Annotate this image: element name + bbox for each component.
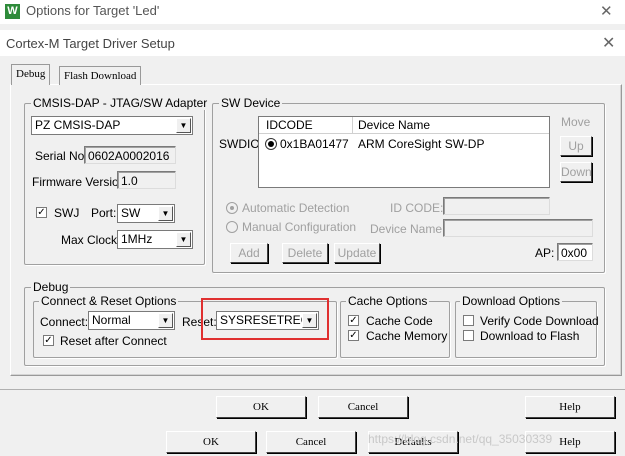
tab-flash-download[interactable]: Flash Download [59, 66, 142, 85]
connect-reset-group-label: Connect & Reset Options [39, 294, 179, 308]
automatic-detection-radio[interactable] [226, 202, 238, 214]
verify-code-download-label: Verify Code Download [480, 314, 599, 328]
adapter-select[interactable]: PZ CMSIS-DAP ▼ [31, 116, 193, 135]
automatic-detection-label: Automatic Detection [242, 201, 350, 215]
reset-after-connect-label: Reset after Connect [60, 334, 167, 348]
verify-code-download-checkbox[interactable] [463, 315, 474, 326]
device-row-radio[interactable] [265, 138, 277, 150]
max-clock-label: Max Clock: [61, 233, 121, 247]
cache-code-label: Cache Code [366, 314, 433, 328]
chevron-down-icon[interactable]: ▼ [158, 313, 173, 328]
add-button[interactable]: Add [230, 243, 268, 263]
adapter-select-value: PZ CMSIS-DAP [35, 118, 121, 132]
swdio-label: SWDIO [219, 137, 260, 151]
chevron-down-icon[interactable]: ▼ [158, 206, 173, 221]
device-row-name: ARM CoreSight SW-DP [358, 137, 485, 151]
swj-checkbox[interactable]: ✓ [36, 207, 47, 218]
column-divider [352, 117, 353, 133]
id-code-field[interactable] [443, 197, 550, 215]
device-list[interactable]: IDCODE Device Name 0x1BA01477 ARM CoreSi… [258, 116, 550, 188]
move-up-button[interactable]: Up [560, 136, 592, 156]
device-name-label: Device Name: [370, 222, 446, 236]
cache-options-group-label: Cache Options [346, 294, 430, 308]
port-label: Port: [91, 206, 117, 220]
dialog-cancel-button[interactable]: Cancel [318, 396, 408, 418]
serial-field: 0602A0002016 [84, 146, 176, 164]
connect-select-value: Normal [92, 313, 131, 327]
port-select-value: SW [121, 206, 141, 220]
move-down-button[interactable]: Down [560, 162, 592, 182]
column-header-device-name[interactable]: Device Name [358, 118, 430, 132]
dialog-close-icon[interactable]: ✕ [602, 33, 615, 53]
firmware-field: 1.0 [117, 171, 176, 189]
device-name-field[interactable] [443, 219, 593, 237]
serial-label: Serial No: [35, 149, 88, 163]
firmware-label: Firmware Version: [32, 175, 129, 189]
connect-label: Connect: [40, 315, 89, 329]
outer-ok-button[interactable]: OK [166, 431, 256, 453]
dialog-ok-button[interactable]: OK [216, 396, 306, 418]
sw-device-group-label: SW Device [219, 96, 283, 110]
port-select[interactable]: SW ▼ [117, 204, 175, 223]
column-header-idcode[interactable]: IDCODE [266, 118, 313, 132]
download-to-flash-checkbox[interactable] [463, 330, 474, 341]
dialog-title: Cortex-M Target Driver Setup [6, 36, 175, 51]
adapter-group-label: CMSIS-DAP - JTAG/SW Adapter [31, 96, 210, 110]
cache-code-checkbox[interactable]: ✓ [348, 315, 359, 326]
swj-label: SWJ [54, 206, 80, 220]
move-label: Move [561, 115, 591, 129]
watermark-text: https://blog.csdn.net/qq_35030339 [368, 432, 553, 446]
outer-window-title: Options for Target 'Led' [26, 3, 160, 18]
id-code-label: ID CODE: [390, 201, 444, 215]
tab-debug[interactable]: Debug [11, 64, 51, 85]
chevron-down-icon[interactable]: ▼ [176, 232, 191, 247]
debug-group-label: Debug [31, 280, 71, 294]
cache-memory-checkbox[interactable]: ✓ [348, 330, 359, 341]
keil-logo-icon: W [5, 4, 20, 19]
manual-configuration-label: Manual Configuration [242, 220, 357, 234]
outer-cancel-button[interactable]: Cancel [266, 431, 356, 453]
reset-highlight-box [201, 298, 329, 340]
download-options-group-label: Download Options [460, 294, 563, 308]
ap-label: AP: [535, 246, 555, 260]
outer-close-icon[interactable]: ✕ [600, 2, 613, 20]
manual-configuration-radio[interactable] [226, 221, 238, 233]
dialog-help-button[interactable]: Help [525, 396, 615, 418]
delete-button[interactable]: Delete [282, 243, 328, 263]
download-to-flash-label: Download to Flash [480, 329, 580, 343]
max-clock-value: 1MHz [121, 232, 153, 246]
chevron-down-icon[interactable]: ▼ [176, 118, 191, 133]
cache-memory-label: Cache Memory [366, 329, 448, 343]
update-button[interactable]: Update [334, 243, 380, 263]
device-row-idcode: 0x1BA01477 [280, 137, 349, 151]
connect-select[interactable]: Normal ▼ [88, 311, 175, 330]
ap-field[interactable]: 0x00 [557, 243, 593, 261]
reset-after-connect-checkbox[interactable]: ✓ [43, 335, 54, 346]
max-clock-select[interactable]: 1MHz ▼ [117, 230, 193, 249]
